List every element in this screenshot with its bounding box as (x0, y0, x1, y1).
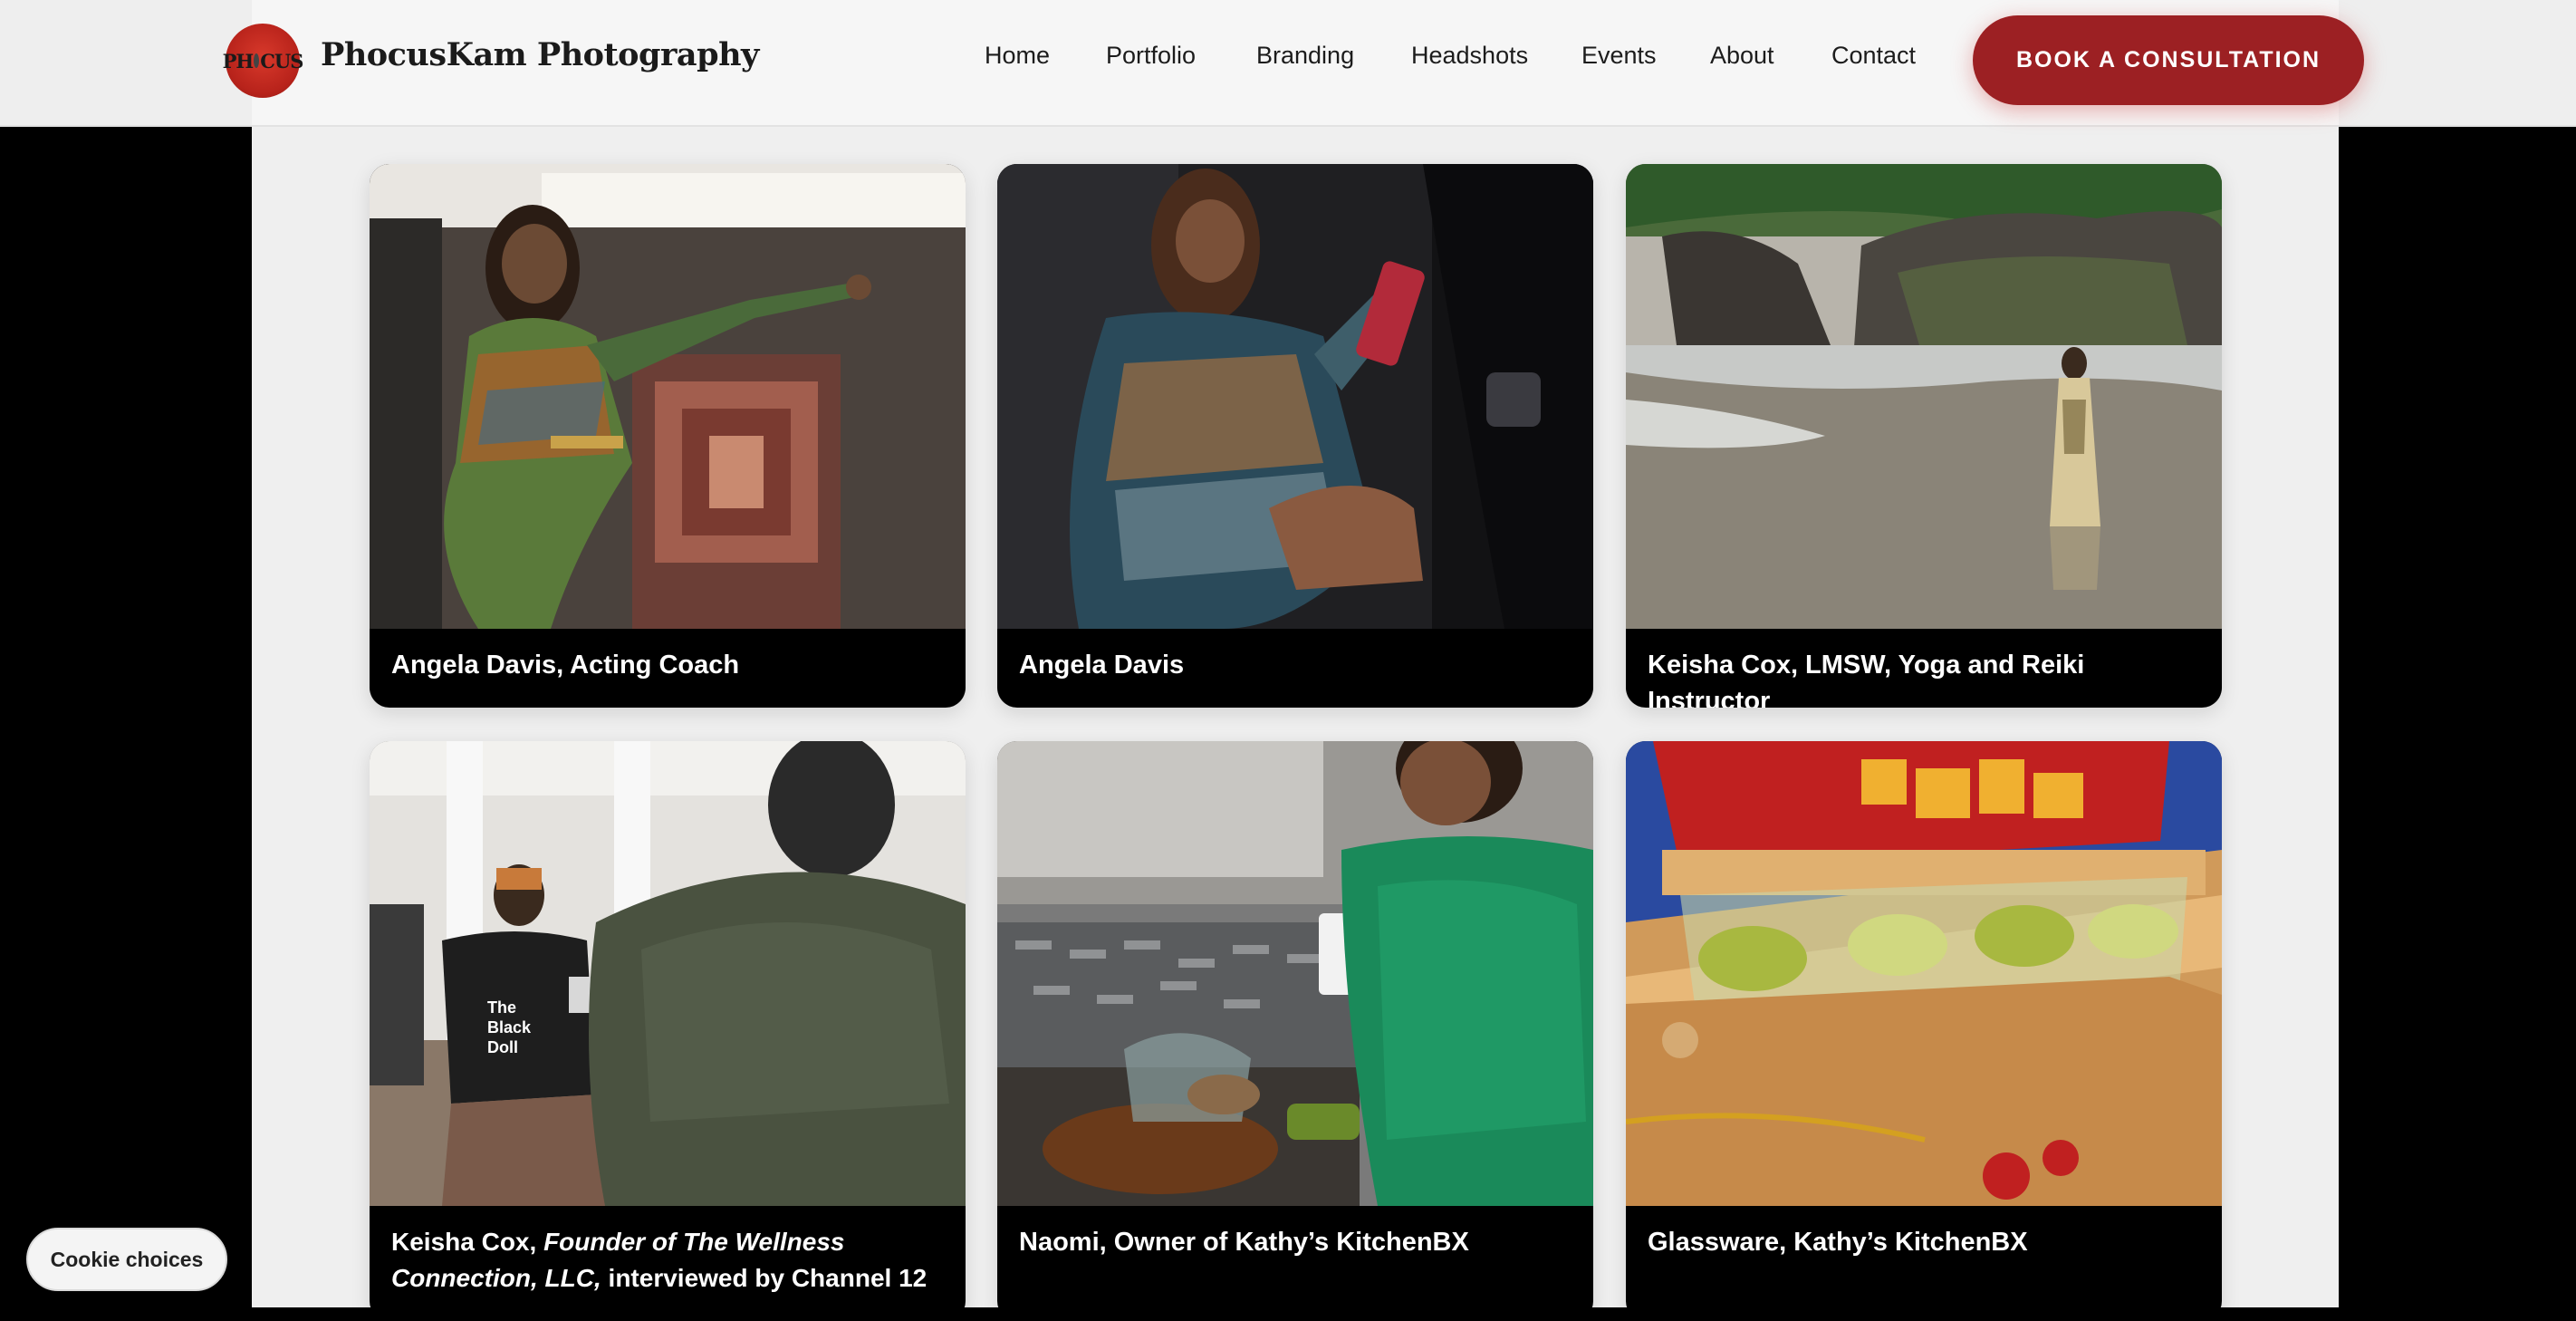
gallery-photo[interactable] (1626, 741, 2222, 1206)
gallery-card-keisha-yoga[interactable]: Keisha Cox, LMSW, Yoga and Reiki Instruc… (1626, 164, 2222, 708)
logo-icon[interactable]: PH CUS (223, 24, 303, 98)
gallery-card-angela-acting-coach[interactable]: Angela Davis, Acting Coach (370, 164, 966, 708)
site-header: PH CUS PhocusKam Photography Home Portfol… (0, 0, 2576, 127)
gallery-photo[interactable] (997, 741, 1593, 1206)
gallery-caption: Naomi, Owner of Kathy’s KitchenBX (1019, 1228, 1469, 1257)
gallery-caption: Angela Davis, Acting Coach (391, 651, 740, 680)
gallery-photo[interactable] (1626, 164, 2222, 629)
nav-events[interactable]: Events (1581, 42, 1657, 70)
book-consultation-button[interactable]: BOOK A CONSULTATION (1973, 15, 2364, 105)
gallery-photo[interactable] (997, 164, 1593, 629)
gallery-caption: Angela Davis (1019, 651, 1185, 680)
svg-text:Doll: Doll (487, 1038, 518, 1056)
gallery-card-keisha-interview[interactable]: The Black Doll Keisha Cox, Founder of Th… (370, 741, 966, 1321)
gallery-card-angela[interactable]: Angela Davis (997, 164, 1593, 708)
svg-text:The: The (487, 998, 516, 1017)
gallery-card-naomi[interactable]: Naomi, Owner of Kathy’s KitchenBX (997, 741, 1593, 1321)
gallery-caption: Keisha Cox, LMSW, Yoga and Reiki Instruc… (1648, 651, 2085, 708)
brand-name[interactable]: PhocusKam Photography (321, 36, 759, 73)
nav-about[interactable]: About (1710, 42, 1774, 70)
nav-branding[interactable]: Branding (1256, 42, 1354, 70)
gallery-photo[interactable] (370, 164, 966, 629)
gallery-card-glassware[interactable]: Glassware, Kathy’s KitchenBX (1626, 741, 2222, 1321)
nav-portfolio[interactable]: Portfolio (1106, 42, 1196, 70)
nav-contact[interactable]: Contact (1831, 42, 1916, 70)
nav-home[interactable]: Home (985, 42, 1050, 70)
gallery-caption: Keisha Cox, Founder of The Wellness Conn… (391, 1228, 928, 1292)
nav-headshots[interactable]: Headshots (1411, 42, 1528, 70)
svg-text:Black: Black (487, 1018, 532, 1037)
cookie-choices-button[interactable]: Cookie choices (26, 1228, 227, 1291)
gallery-photo[interactable]: The Black Doll (370, 741, 966, 1206)
gallery-caption: Glassware, Kathy’s KitchenBX (1648, 1228, 2028, 1257)
